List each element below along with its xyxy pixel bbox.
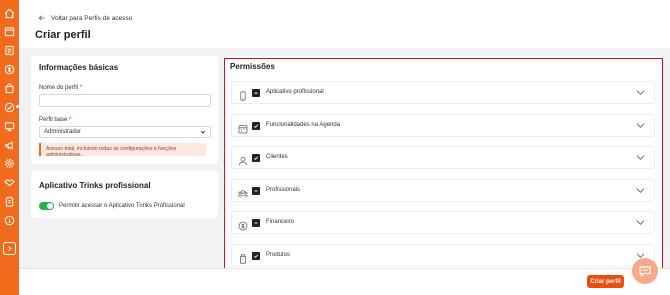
profile-base-note: Acesso total, incluindo todas as configu… (39, 143, 206, 157)
chevron-right-icon (8, 245, 12, 252)
permission-checkbox[interactable] (252, 187, 260, 195)
money-icon (238, 218, 248, 231)
permissions-title: Permissões (230, 62, 275, 71)
agenda-icon[interactable] (4, 26, 15, 37)
phone-icon (238, 88, 248, 101)
chevron-down-icon (636, 155, 645, 160)
arrow-left-icon (38, 15, 45, 21)
chevron-down-icon (200, 130, 206, 134)
create-profile-button[interactable]: Criar perfil (587, 275, 624, 288)
megaphone-icon[interactable] (4, 140, 15, 151)
chevron-down-icon (636, 220, 645, 225)
basic-info-title: Informações básicas (39, 63, 119, 72)
permission-row-produtos[interactable]: Produtos (231, 244, 655, 267)
active-indicator (16, 105, 19, 108)
basic-info-card: Informações básicas Nome do perfil * Per… (31, 56, 218, 164)
app-access-toggle-row: Permitir acessar o Aplicativo Trinks Pro… (39, 202, 185, 210)
permission-row-aplicativo[interactable]: Aplicativo profissional (231, 81, 655, 104)
chevron-down-icon (636, 188, 645, 193)
app-access-toggle-label: Permitir acessar o Aplicativo Trinks Pro… (59, 203, 185, 209)
chevron-down-icon (636, 90, 645, 95)
clients-list-icon[interactable] (4, 45, 15, 56)
permissions-card: Permissões Aplicativo profissional Funci… (224, 56, 662, 268)
permission-checkbox[interactable] (252, 154, 260, 162)
money-icon[interactable] (4, 64, 15, 75)
team-icon (238, 186, 248, 198)
permission-label: Financeiro (266, 219, 295, 225)
profile-base-selected: Administrador (44, 129, 82, 135)
sidebar (0, 0, 19, 295)
profile-base-label-text: Perfil base (39, 117, 68, 123)
chat-icon (639, 266, 651, 277)
permission-checkbox[interactable] (252, 219, 260, 227)
back-link[interactable]: Voltar para Perfis de acesso (38, 14, 132, 22)
permission-row-agenda[interactable]: Funcionalidades na Agenda (231, 114, 655, 137)
profile-base-select[interactable]: Administrador (39, 126, 211, 138)
info-icon[interactable] (4, 215, 15, 226)
shopping-bag-icon[interactable] (4, 83, 15, 94)
back-link-label: Voltar para Perfis de acesso (51, 14, 133, 22)
page-title: Criar perfil (35, 29, 91, 41)
home-icon[interactable] (4, 8, 15, 19)
profile-name-label-text: Nome do perfil (39, 85, 79, 91)
permission-label: Funcionalidades na Agenda (266, 122, 341, 128)
permission-label: Aplicativo profissional (266, 89, 324, 95)
permission-row-clientes[interactable]: Clientes (231, 146, 655, 169)
page-header: Voltar para Perfis de acesso Criar perfi… (19, 0, 670, 48)
profile-base-label: Perfil base * (39, 117, 71, 123)
profile-name-label: Nome do perfil * (39, 85, 82, 91)
permission-label: Produtos (266, 252, 291, 258)
permission-label: Profissionais (266, 187, 301, 193)
app-access-toggle[interactable] (39, 202, 54, 210)
chat-button[interactable] (632, 258, 658, 284)
product-icon (238, 251, 248, 264)
clipboard-icon[interactable] (4, 196, 15, 207)
permission-row-financeiro[interactable]: Financeiro (231, 211, 655, 234)
expand-sidebar-button[interactable] (3, 242, 16, 255)
permission-row-profissionais[interactable]: Profissionais (231, 179, 655, 202)
calendar-icon (238, 121, 248, 134)
check-circle-icon[interactable] (4, 102, 15, 113)
permission-checkbox[interactable] (252, 89, 260, 97)
required-mark: * (79, 85, 83, 91)
profile-name-input[interactable] (39, 94, 211, 107)
chevron-down-icon (636, 123, 645, 128)
footer-bar: Criar perfil (19, 268, 670, 295)
permission-checkbox[interactable] (252, 122, 260, 130)
permission-checkbox[interactable] (252, 252, 260, 260)
marketing-icon[interactable] (4, 121, 15, 132)
user-icon (238, 153, 248, 166)
app-card: Aplicativo Trinks profissional Permitir … (31, 170, 218, 218)
app-card-title: Aplicativo Trinks profissional (39, 181, 151, 190)
gear-icon[interactable] (4, 158, 15, 169)
required-mark: * (69, 117, 72, 123)
permission-label: Clientes (266, 154, 288, 160)
handshake-icon[interactable] (4, 177, 15, 188)
